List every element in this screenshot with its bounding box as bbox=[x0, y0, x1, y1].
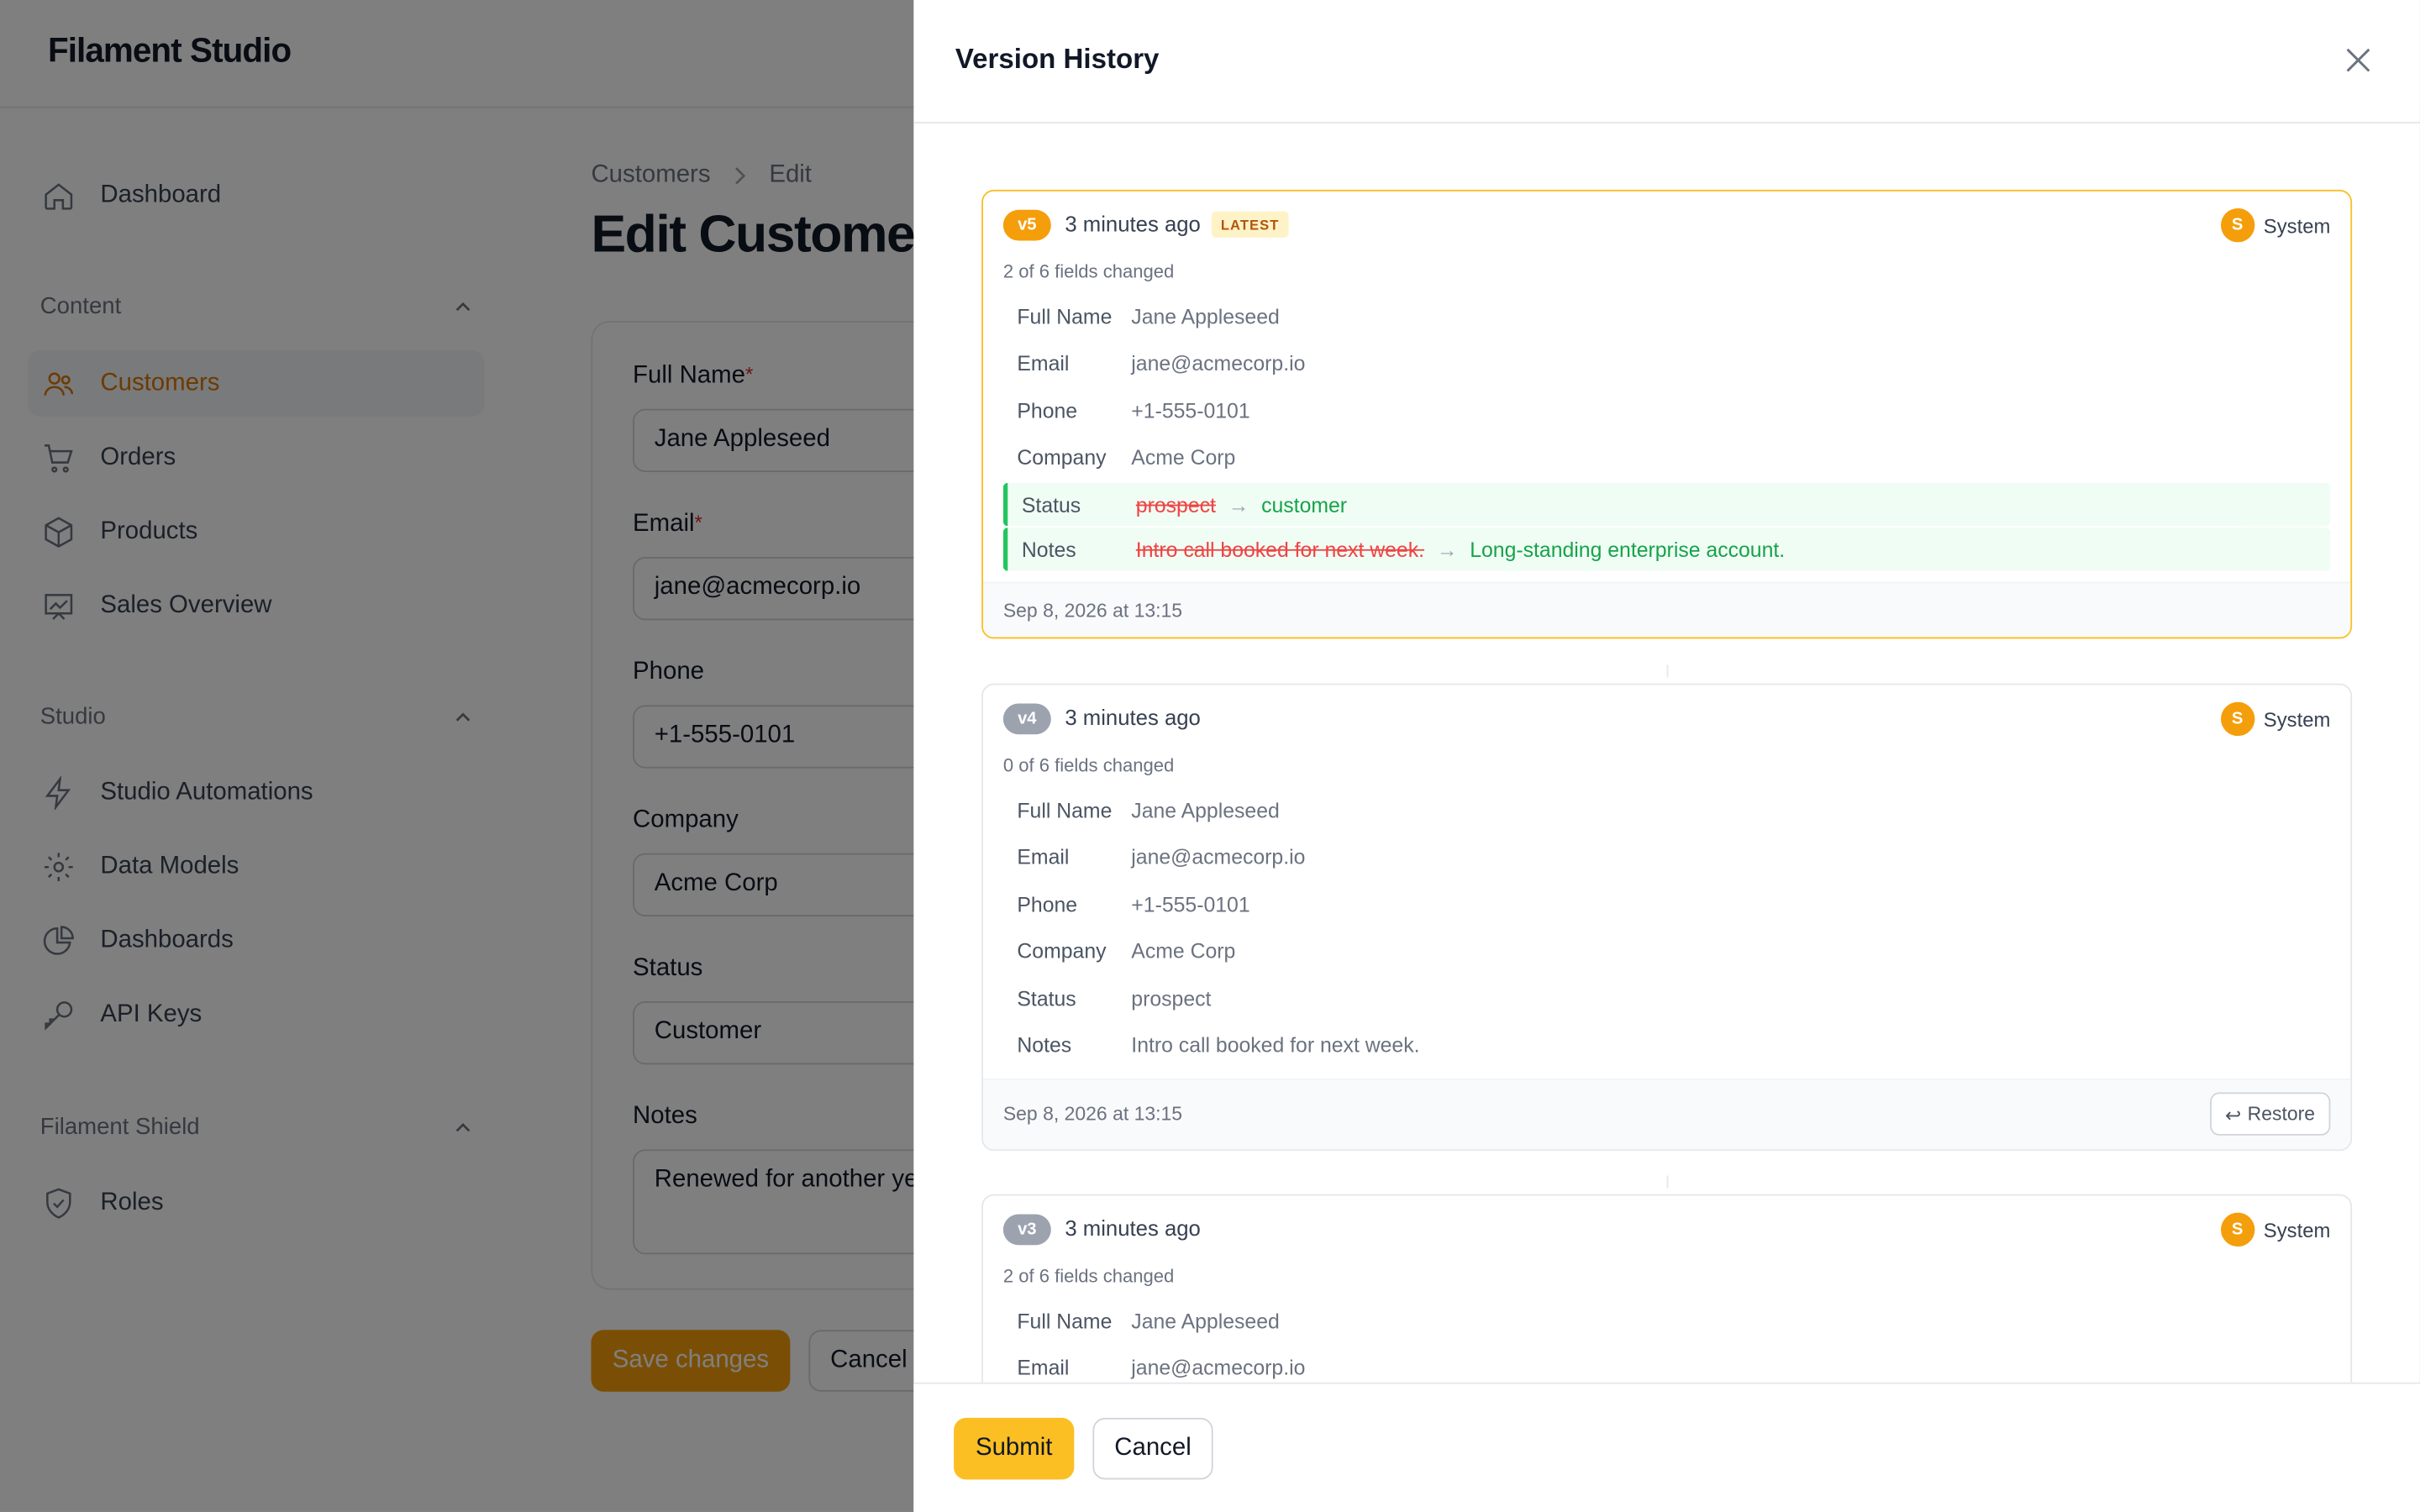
version-header: v5 3 minutes ago LATEST S System bbox=[983, 192, 2350, 256]
cancel-button[interactable]: Cancel bbox=[1092, 1417, 1213, 1480]
field-name: Notes bbox=[1021, 538, 1076, 561]
field-value: Acme Corp bbox=[1131, 940, 1236, 963]
version-footer: Sep 8, 2026 at 13:15 ↩ Restore bbox=[982, 1078, 2351, 1150]
version-history-panel: Version History v5 3 minutes ago LATEST … bbox=[913, 0, 2420, 1512]
field-name: Phone bbox=[1017, 892, 1078, 916]
close-icon[interactable] bbox=[2341, 43, 2375, 76]
field-value: Jane Appleseed bbox=[1131, 305, 1280, 328]
field-name: Status bbox=[1017, 987, 1076, 1011]
timeline-connector bbox=[1666, 1175, 1669, 1189]
field-row: Email jane@acmecorp.io bbox=[1003, 340, 2331, 387]
field-row: Company Acme Corp bbox=[1003, 434, 2331, 481]
old-value: Intro call booked for next week. bbox=[1135, 538, 1425, 561]
field-row: Email jane@acmecorp.io bbox=[1003, 1345, 2331, 1383]
timeline-connector bbox=[1666, 664, 1669, 678]
panel-footer: Submit Cancel bbox=[913, 1382, 2420, 1512]
version-badge: v4 bbox=[1002, 703, 1051, 735]
fields-changed-count: 2 of 6 fields changed bbox=[1002, 260, 1175, 283]
field-name: Status bbox=[1021, 492, 1081, 517]
field-name: Full Name bbox=[1017, 798, 1113, 822]
version-time: 3 minutes ago bbox=[1065, 211, 1201, 237]
version-fields: Full Name Jane Appleseed Email jane@acmeco… bbox=[983, 787, 2350, 1079]
avatar: S bbox=[2220, 1212, 2254, 1247]
version-header: v4 3 minutes ago S System bbox=[983, 685, 2350, 749]
arrow-right-icon: → bbox=[1228, 492, 1249, 517]
field-name: Email bbox=[1017, 1356, 1070, 1380]
version-fields: Full Name Jane Appleseed Email jane@acmeco… bbox=[983, 1298, 2350, 1383]
field-name: Company bbox=[1017, 940, 1107, 963]
field-name: Notes bbox=[1017, 1034, 1072, 1058]
field-value: Jane Appleseed bbox=[1131, 1309, 1280, 1333]
latest-badge: LATEST bbox=[1211, 211, 1289, 238]
field-value: Acme Corp bbox=[1131, 446, 1236, 470]
version-author: S System bbox=[2220, 207, 2331, 243]
field-row: Full Name Jane Appleseed bbox=[1003, 293, 2331, 340]
field-row: Phone +1-555-0101 bbox=[1003, 387, 2331, 434]
version-card-v3: v3 3 minutes ago S System 2 of 6 fields … bbox=[981, 1194, 2353, 1383]
version-author: S System bbox=[2220, 1212, 2331, 1247]
field-value: +1-555-0101 bbox=[1131, 892, 1250, 916]
version-time: 3 minutes ago bbox=[1065, 1215, 1201, 1241]
avatar: S bbox=[2220, 701, 2254, 737]
field-value: jane@acmecorp.io bbox=[1131, 1356, 1306, 1380]
fields-changed-count: 2 of 6 fields changed bbox=[1002, 1265, 1175, 1287]
field-name: Email bbox=[1017, 352, 1070, 375]
version-card-v4: v4 3 minutes ago S System 0 of 6 fields … bbox=[981, 683, 2353, 1152]
avatar: S bbox=[2220, 207, 2254, 243]
field-row: Phone +1-555-0101 bbox=[1003, 881, 2331, 928]
restore-label: Restore bbox=[2247, 1103, 2316, 1125]
undo-icon: ↩ bbox=[2225, 1104, 2242, 1126]
author-name: System bbox=[2263, 707, 2331, 731]
author-name: System bbox=[2263, 213, 2331, 237]
version-footer: Sep 8, 2026 at 13:15 bbox=[982, 581, 2351, 638]
field-name: Phone bbox=[1017, 399, 1078, 423]
field-row: Notes Intro call booked for next week. bbox=[1003, 1022, 2331, 1069]
field-row: Full Name Jane Appleseed bbox=[1003, 1298, 2331, 1345]
version-date: Sep 8, 2026 at 13:15 bbox=[1002, 600, 1183, 622]
restore-button[interactable]: ↩ Restore bbox=[2209, 1092, 2331, 1136]
arrow-right-icon: → bbox=[1436, 538, 1458, 561]
field-value: prospect bbox=[1131, 987, 1212, 1011]
field-value: jane@acmecorp.io bbox=[1131, 352, 1306, 375]
field-name: Company bbox=[1017, 446, 1107, 470]
changed-field-row: Status prospect → customer bbox=[1002, 482, 2331, 527]
submit-button[interactable]: Submit bbox=[954, 1417, 1075, 1480]
field-row: Email jane@acmecorp.io bbox=[1003, 834, 2331, 881]
field-row: Company Acme Corp bbox=[1003, 928, 2331, 975]
old-value: prospect bbox=[1135, 492, 1216, 517]
version-header: v3 3 minutes ago S System bbox=[983, 1195, 2350, 1260]
field-value: Jane Appleseed bbox=[1131, 798, 1280, 822]
new-value: customer bbox=[1261, 492, 1348, 517]
panel-header: Version History bbox=[913, 0, 2420, 123]
fields-changed-count: 0 of 6 fields changed bbox=[1002, 754, 1175, 776]
field-name: Email bbox=[1017, 845, 1070, 869]
changed-field-row: Notes Intro call booked for next week. → Lo… bbox=[1002, 528, 2331, 571]
field-name: Full Name bbox=[1017, 1309, 1113, 1333]
author-name: System bbox=[2263, 1218, 2331, 1242]
field-value: +1-555-0101 bbox=[1131, 399, 1250, 423]
panel-title: Version History bbox=[955, 43, 1160, 75]
version-date: Sep 8, 2026 at 13:15 bbox=[1002, 1103, 1183, 1125]
field-row: Status prospect bbox=[1003, 975, 2331, 1022]
app-root: Filament Studio Dashboard Content Custom… bbox=[0, 0, 2420, 1512]
version-badge: v3 bbox=[1002, 1214, 1051, 1246]
field-name: Full Name bbox=[1017, 305, 1113, 328]
version-fields: Full Name Jane Appleseed Email jane@acmeco… bbox=[983, 293, 2350, 581]
version-author: S System bbox=[2220, 701, 2331, 737]
field-row: Full Name Jane Appleseed bbox=[1003, 787, 2331, 834]
version-card-v5: v5 3 minutes ago LATEST S System 2 of 6 … bbox=[981, 189, 2353, 639]
panel-body[interactable]: v5 3 minutes ago LATEST S System 2 of 6 … bbox=[913, 123, 2420, 1383]
new-value: Long-standing enterprise account. bbox=[1470, 538, 1786, 561]
version-time: 3 minutes ago bbox=[1065, 705, 1201, 730]
field-value: Intro call booked for next week. bbox=[1131, 1034, 1420, 1058]
version-badge: v5 bbox=[1002, 209, 1051, 241]
field-value: jane@acmecorp.io bbox=[1131, 845, 1306, 869]
